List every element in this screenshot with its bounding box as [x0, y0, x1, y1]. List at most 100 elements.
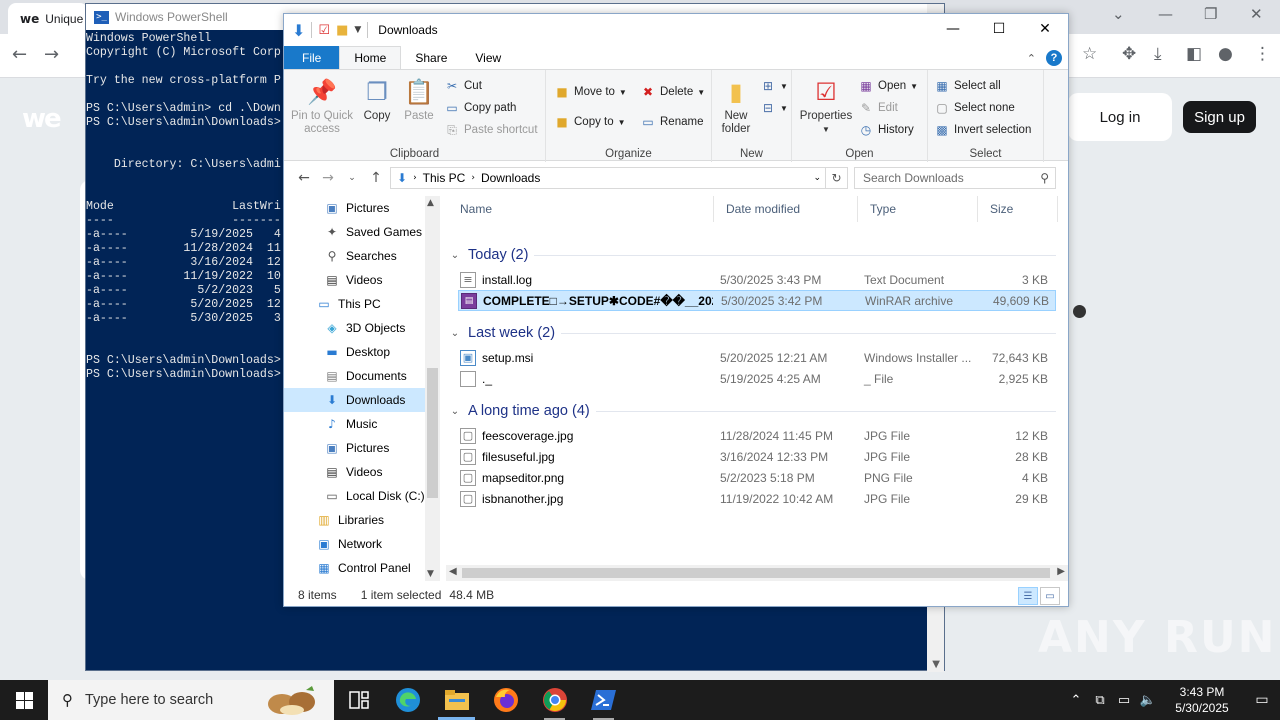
file-row[interactable]: ▢ isbnanother.jpg 11/19/2022 10:42 AM JPG F…	[458, 488, 1056, 509]
tab-share[interactable]: Share	[401, 46, 461, 69]
browser-menu-icon[interactable]: ⋮	[1254, 44, 1271, 64]
qat-dropdown-icon[interactable]: ▼	[354, 25, 361, 35]
copy-path-button[interactable]: ▭ Copy path	[444, 100, 516, 116]
nav-item[interactable]: ▭ Local Disk (C:)	[284, 484, 425, 508]
file-row[interactable]: ._ 5/19/2025 4:25 AM _ File 2,925 KB	[458, 368, 1056, 389]
nav-item[interactable]: ▤ Videos	[284, 460, 425, 484]
pin-to-quick-access-button[interactable]: 📌 Pin to Quick access	[290, 76, 354, 136]
group-collapse-chevron-icon[interactable]: ⌄	[448, 328, 462, 339]
open-button[interactable]: ▦ Open ▼	[858, 78, 918, 94]
edit-button[interactable]: ✎ Edit	[858, 100, 898, 116]
new-item-button[interactable]: ⊞ ▼	[760, 78, 788, 94]
start-button[interactable]	[0, 680, 48, 720]
scroll-up-arrow-icon[interactable]: ▲	[427, 198, 434, 208]
collapse-ribbon-chevron-icon[interactable]: ⌃	[1027, 52, 1036, 65]
file-row[interactable]: ▢ filesuseful.jpg 3/16/2024 12:33 PM JPG Fi…	[458, 446, 1056, 467]
navigation-pane-scrollbar[interactable]: ▲ ▼	[425, 196, 440, 581]
nav-item[interactable]: ▣ Network	[284, 532, 425, 556]
file-row[interactable]: ▢ mapseditor.png 5/2/2023 5:18 PM PNG File 4…	[458, 467, 1056, 488]
help-icon[interactable]: ?	[1046, 50, 1062, 66]
up-arrow-icon[interactable]: ↑	[364, 170, 388, 186]
file-row[interactable]: ▢ feescoverage.jpg 11/28/2024 11:45 PM JPG …	[458, 425, 1056, 446]
explorer-maximize-button[interactable]: ☐	[976, 14, 1022, 44]
browser-close-button[interactable]: ✕	[1250, 5, 1263, 23]
task-view-button[interactable]	[334, 680, 383, 720]
breadcrumb-downloads[interactable]: Downloads	[481, 171, 540, 185]
scroll-right-arrow-icon[interactable]: ▶	[1057, 566, 1065, 577]
new-folder-qat-icon[interactable]: ■	[336, 23, 348, 38]
recent-locations-chevron-icon[interactable]: ⌄	[340, 173, 364, 183]
scrollbar-thumb[interactable]	[427, 368, 438, 498]
bookmark-star-icon[interactable]: ☆	[1082, 44, 1097, 64]
copy-button[interactable]: ❐ Copy	[360, 76, 394, 123]
extensions-puzzle-icon[interactable]: ✥	[1122, 44, 1136, 64]
nav-item[interactable]: ✦ Saved Games	[284, 220, 425, 244]
rename-button[interactable]: ▭ Rename	[640, 114, 703, 130]
refresh-button[interactable]: ↻	[826, 167, 848, 189]
nav-item[interactable]: ▬ Desktop	[284, 340, 425, 364]
taskbar-file-explorer-button[interactable]	[432, 680, 481, 720]
download-icon[interactable]: ⤓	[1154, 44, 1162, 64]
taskbar-search-box[interactable]: ⚲ Type here to search	[48, 680, 334, 720]
address-dropdown-icon[interactable]: ⌄	[813, 173, 821, 183]
nav-item[interactable]: ▤ Documents	[284, 364, 425, 388]
address-bar[interactable]: ⬇ › This PC › Downloads ⌄	[390, 167, 826, 189]
scroll-left-arrow-icon[interactable]: ◀	[449, 566, 457, 577]
network-icon[interactable]: ▭	[1112, 693, 1136, 708]
volume-icon[interactable]: 🔈	[1136, 693, 1160, 708]
nav-item[interactable]: ▭ This PC	[284, 292, 425, 316]
nav-item[interactable]: ▥ Libraries	[284, 508, 425, 532]
tab-home[interactable]: Home	[339, 46, 402, 69]
file-row[interactable]: ▣ setup.msi 5/20/2025 12:21 AM Windows Inst…	[458, 347, 1056, 368]
back-arrow-icon[interactable]: ←	[292, 170, 316, 186]
paste-button[interactable]: 📋 Paste	[402, 76, 436, 123]
browser-forward-icon[interactable]: →	[44, 44, 59, 65]
wetransfer-logo[interactable]: we	[22, 104, 62, 134]
nav-item[interactable]: ▣ Pictures	[284, 436, 425, 460]
new-folder-button[interactable]: ▮ New folder	[716, 76, 756, 136]
nav-item[interactable]: ▦ Control Panel	[284, 556, 425, 580]
easy-access-button[interactable]: ⊟ ▼	[760, 100, 788, 116]
file-list[interactable]: Name Date modified Type Size ⌄ Today (2) ≡…	[448, 196, 1060, 581]
taskbar-firefox-button[interactable]	[481, 680, 530, 720]
column-header-name[interactable]: Name	[448, 196, 714, 222]
nav-item[interactable]: ⬇ Downloads	[284, 388, 425, 412]
tray-device-icon[interactable]: ⧉	[1088, 693, 1112, 708]
breadcrumb-this-pc[interactable]: This PC	[423, 171, 466, 185]
column-header-type[interactable]: Type	[858, 196, 978, 222]
file-explorer-window[interactable]: ⬇ ☑ ■ ▼ Downloads — ☐ ✕ File Home Share …	[283, 13, 1069, 607]
column-header-size[interactable]: Size	[978, 196, 1058, 222]
tab-view[interactable]: View	[461, 46, 515, 69]
taskbar-powershell-button[interactable]	[579, 680, 628, 720]
nav-item[interactable]: ▤ Videos	[284, 268, 425, 292]
nav-item[interactable]: ♪ Music	[284, 412, 425, 436]
login-button[interactable]: Log in	[1068, 93, 1172, 141]
cut-button[interactable]: ✂ Cut	[444, 78, 482, 94]
taskbar-edge-button[interactable]	[383, 680, 432, 720]
tab-search-chevron-icon[interactable]: ⌄	[1112, 5, 1125, 23]
file-row[interactable]: ▤ COMPLETE□→SETUP✱CODE#��__2025... 5/30/20…	[458, 290, 1056, 311]
file-group-header[interactable]: ⌄ A long time ago (4)	[448, 400, 1060, 422]
forward-arrow-icon[interactable]: →	[316, 170, 340, 186]
group-collapse-chevron-icon[interactable]: ⌄	[448, 250, 462, 261]
file-row[interactable]: ≡ install.log 5/30/2025 3:43 PM Text Docume…	[458, 269, 1056, 290]
scroll-down-arrow-icon[interactable]: ▼	[427, 569, 434, 579]
browser-back-icon[interactable]: ←	[12, 44, 27, 65]
side-panel-icon[interactable]: ◧	[1186, 44, 1202, 64]
properties-button[interactable]: ☑ Properties ▼	[798, 76, 854, 136]
browser-restore-button[interactable]: ❐	[1204, 5, 1217, 23]
powershell-console-output[interactable]: Windows PowerShell Copyright (C) Microsof…	[86, 32, 286, 432]
file-group-header[interactable]: ⌄ Today (2)	[448, 244, 1060, 266]
notifications-icon[interactable]: ▭	[1244, 692, 1280, 708]
scrollbar-thumb[interactable]	[462, 568, 1050, 578]
copy-to-button[interactable]: ■ Copy to ▼	[554, 114, 625, 130]
nav-item[interactable]: ⚲ Searches	[284, 244, 425, 268]
browser-minimize-button[interactable]: —	[1158, 5, 1173, 23]
signup-button[interactable]: Sign up	[1183, 101, 1256, 133]
file-group-header[interactable]: ⌄ Last week (2)	[448, 322, 1060, 344]
column-header-date-modified[interactable]: Date modified	[714, 196, 858, 222]
select-all-button[interactable]: ▦ Select all	[934, 78, 1000, 94]
select-none-button[interactable]: ▢ Select none	[934, 100, 1014, 116]
nav-item[interactable]: ◈ 3D Objects	[284, 316, 425, 340]
details-view-icon[interactable]: ☰	[1018, 587, 1038, 605]
